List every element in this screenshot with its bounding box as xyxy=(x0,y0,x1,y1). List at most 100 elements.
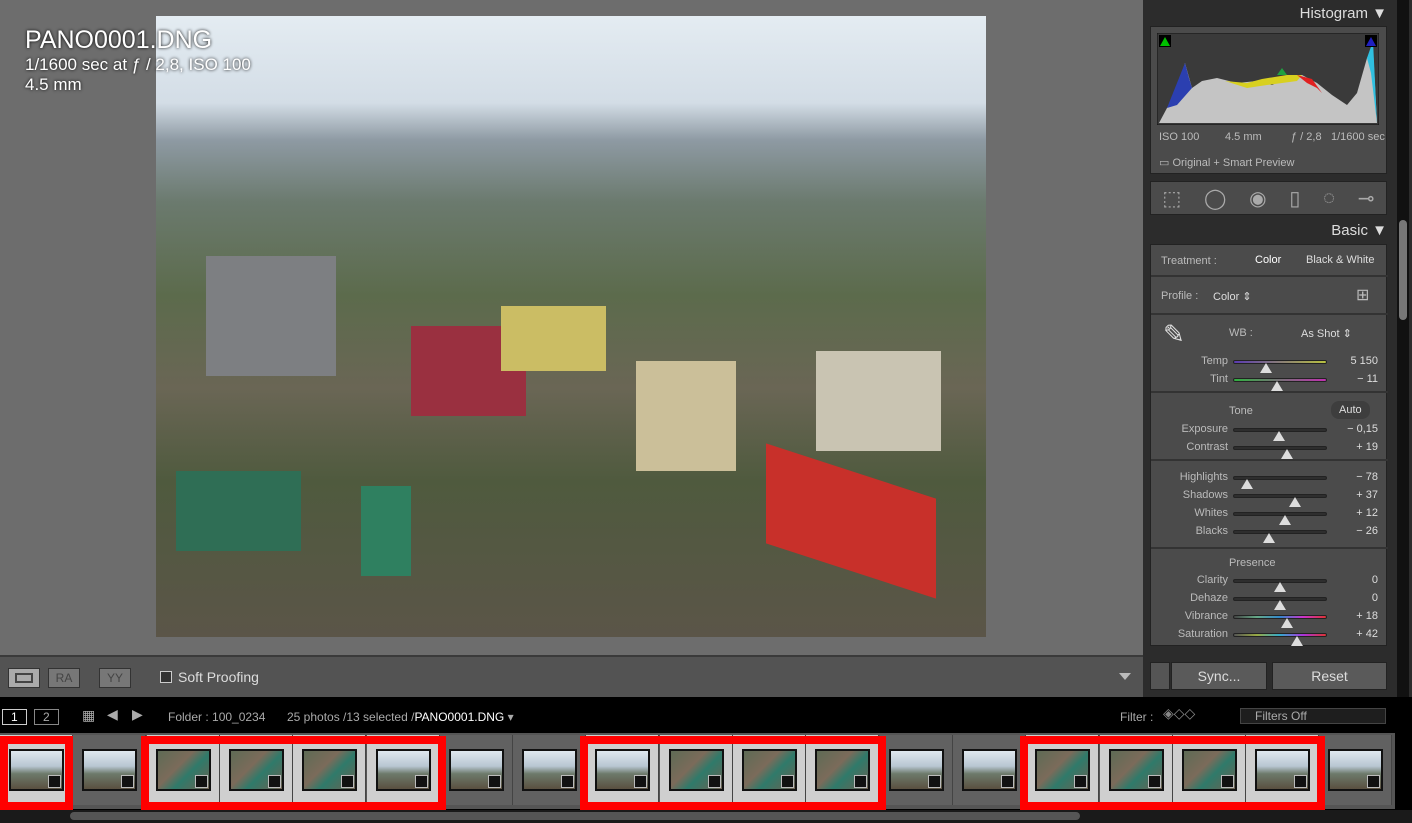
photo-info-overlay: PANO0001.DNG 1/1600 sec at ƒ / 2,8, ISO … xyxy=(25,26,251,95)
before-after-yy-button[interactable]: YY xyxy=(99,668,131,688)
slider-thumb[interactable] xyxy=(1271,381,1284,391)
folder-label[interactable]: Folder : 100_0234 xyxy=(168,710,265,724)
slider-value[interactable]: + 19 xyxy=(1356,441,1378,453)
checkbox-icon[interactable] xyxy=(160,671,172,683)
slider-tint[interactable]: Tint − 11 xyxy=(1151,371,1388,391)
histogram-iso: ISO 100 xyxy=(1159,131,1200,143)
slider-track[interactable] xyxy=(1233,494,1327,507)
sync-button[interactable]: Sync... xyxy=(1171,662,1267,690)
wb-eyedropper-icon[interactable]: ✎ xyxy=(1163,319,1185,350)
histogram-header[interactable]: Histogram ▼ xyxy=(1300,5,1387,22)
soft-proofing-checkbox[interactable]: Soft Proofing xyxy=(160,669,259,685)
filmstrip-thumbnail[interactable] xyxy=(1319,735,1393,805)
slider-value[interactable]: − 0,15 xyxy=(1347,423,1378,435)
graduated-filter-icon[interactable]: ▯ xyxy=(1289,186,1300,211)
slider-highlights[interactable]: Highlights − 78 xyxy=(1151,469,1388,489)
selection-highlight xyxy=(140,736,446,810)
smart-preview-status[interactable]: ▭ Original + Smart Preview xyxy=(1159,156,1294,169)
slider-track[interactable] xyxy=(1233,633,1327,646)
main-photo[interactable] xyxy=(156,16,986,637)
slider-track[interactable] xyxy=(1233,476,1327,489)
slider-track[interactable] xyxy=(1233,512,1327,525)
slider-value[interactable]: + 18 xyxy=(1356,610,1378,622)
slider-track[interactable] xyxy=(1233,597,1327,610)
slider-saturation[interactable]: Saturation + 42 xyxy=(1151,626,1388,646)
basic-header[interactable]: Basic ▼ xyxy=(1331,222,1387,239)
forward-arrow-icon[interactable]: ▶ xyxy=(132,706,143,723)
filmstrip-thumbnail[interactable] xyxy=(952,735,1026,805)
sync-toggle-switch[interactable] xyxy=(1150,662,1170,690)
slider-track[interactable] xyxy=(1233,446,1327,459)
reset-button[interactable]: Reset xyxy=(1272,662,1387,690)
loupe-view-icon[interactable] xyxy=(8,668,40,688)
thumbnail-image xyxy=(888,749,944,791)
histogram-aperture: ƒ / 2,8 xyxy=(1291,131,1322,143)
crop-overlay-icon[interactable]: ⬚ xyxy=(1162,186,1181,211)
spot-removal-icon[interactable]: ◯ xyxy=(1204,186,1226,211)
thumbnail-image xyxy=(961,749,1017,791)
profile-browser-icon[interactable]: ⊞ xyxy=(1356,285,1369,305)
filmstrip-thumbnail[interactable] xyxy=(879,735,953,805)
smart-preview-badge-icon xyxy=(927,775,941,788)
slider-exposure[interactable]: Exposure − 0,15 xyxy=(1151,421,1388,441)
panel-scrollbar[interactable] xyxy=(1397,0,1409,697)
toolbar-menu-chevron-icon[interactable] xyxy=(1119,673,1131,680)
slider-track[interactable] xyxy=(1233,360,1327,373)
photo-filename: PANO0001.DNG xyxy=(25,26,213,54)
image-view: PANO0001.DNG 1/1600 sec at ƒ / 2,8, ISO … xyxy=(0,0,1143,655)
slider-track[interactable] xyxy=(1233,428,1327,441)
adjustment-brush-icon[interactable]: ⊸ xyxy=(1358,186,1375,211)
wb-dropdown[interactable]: As Shot ⇕ xyxy=(1301,327,1352,340)
slider-value[interactable]: 0 xyxy=(1372,592,1378,604)
filmstrip-scrollbar[interactable] xyxy=(0,810,1412,823)
slider-track[interactable] xyxy=(1233,378,1327,391)
slider-value[interactable]: + 12 xyxy=(1356,507,1378,519)
screen-2-button[interactable]: 2 xyxy=(34,709,59,725)
slider-label: Dehaze xyxy=(1190,592,1228,604)
filmstrip-thumbnail[interactable] xyxy=(439,735,513,805)
basic-panel: Treatment : Color Black & White Profile … xyxy=(1150,244,1388,646)
treatment-color-button[interactable]: Color xyxy=(1255,254,1281,266)
red-eye-icon[interactable]: ◉ xyxy=(1249,186,1266,211)
slider-value[interactable]: 5 150 xyxy=(1350,355,1378,367)
filmstrip-header: 1 2 ▦ ◀ ▶ Folder : 100_0234 25 photos /1… xyxy=(0,700,1412,732)
back-arrow-icon[interactable]: ◀ xyxy=(107,706,118,723)
profile-label: Profile : xyxy=(1161,290,1199,302)
treatment-bw-button[interactable]: Black & White xyxy=(1306,254,1374,266)
flag-filter-icons[interactable]: ◈◇◇ xyxy=(1163,705,1195,722)
slider-thumb[interactable] xyxy=(1281,449,1294,459)
slider-contrast[interactable]: Contrast + 19 xyxy=(1151,439,1388,459)
slider-track[interactable] xyxy=(1233,615,1327,628)
slider-clarity[interactable]: Clarity 0 xyxy=(1151,572,1388,592)
slider-value[interactable]: − 11 xyxy=(1357,373,1378,385)
slider-value[interactable]: − 78 xyxy=(1356,471,1378,483)
histogram-focal: 4.5 mm xyxy=(1225,131,1262,143)
current-file: PANO0001.DNG xyxy=(414,710,505,724)
before-after-ra-button[interactable]: RA xyxy=(48,668,80,688)
slider-temp[interactable]: Temp 5 150 xyxy=(1151,353,1388,373)
slider-track[interactable] xyxy=(1233,530,1327,543)
slider-value[interactable]: 0 xyxy=(1372,574,1378,586)
slider-dehaze[interactable]: Dehaze 0 xyxy=(1151,590,1388,610)
slider-value[interactable]: + 37 xyxy=(1356,489,1378,501)
slider-thumb[interactable] xyxy=(1262,533,1275,543)
selection-highlight xyxy=(1020,736,1326,810)
slider-blacks[interactable]: Blacks − 26 xyxy=(1151,523,1388,543)
filter-dropdown[interactable]: Filters Off xyxy=(1240,708,1386,724)
filmstrip-thumbnail[interactable] xyxy=(73,735,147,805)
slider-track[interactable] xyxy=(1233,579,1327,592)
photo-count[interactable]: 25 photos /13 selected /PANO0001.DNG ▾ xyxy=(287,710,514,724)
slider-whites[interactable]: Whites + 12 xyxy=(1151,505,1388,525)
profile-dropdown[interactable]: Color ⇕ xyxy=(1213,290,1252,303)
slider-shadows[interactable]: Shadows + 37 xyxy=(1151,487,1388,507)
auto-tone-button[interactable]: Auto xyxy=(1331,401,1370,419)
slider-value[interactable]: + 42 xyxy=(1356,628,1378,640)
grid-view-icon[interactable]: ▦ xyxy=(82,707,95,724)
radial-filter-icon[interactable]: ◌ xyxy=(1323,187,1335,210)
slider-thumb[interactable] xyxy=(1290,636,1303,646)
screen-1-button[interactable]: 1 xyxy=(2,709,27,725)
filmstrip-thumbnail[interactable] xyxy=(513,735,587,805)
slider-vibrance[interactable]: Vibrance + 18 xyxy=(1151,608,1388,628)
slider-value[interactable]: − 26 xyxy=(1356,525,1378,537)
smart-preview-badge-icon xyxy=(1000,775,1014,788)
